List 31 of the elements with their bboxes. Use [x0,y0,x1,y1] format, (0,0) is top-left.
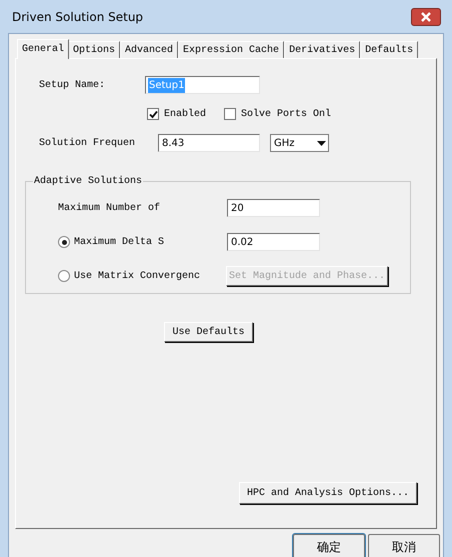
radio-button[interactable] [58,270,70,282]
value-field[interactable]: 0.02 [227,233,320,251]
use-defaults-button[interactable]: Use Defaults [164,322,253,342]
tab[interactable]: Expression Cache [178,41,284,58]
dropdown-arrow-icon [317,140,326,146]
dialog-button[interactable]: 取消 [368,534,440,557]
checkmark-icon [148,110,158,118]
tab[interactable]: Options [68,41,120,58]
value-field[interactable]: 20 [227,199,320,217]
window-title: Driven Solution Setup [12,8,144,26]
close-icon [421,12,431,22]
checkbox-label: Solve Ports Onl [241,108,332,122]
checkbox-label: Enabled [164,108,206,122]
hpc-options-button[interactable]: HPC and Analysis Options... [239,482,417,504]
radio-button[interactable] [58,236,70,248]
option-label: Use Matrix Convergenc [74,270,200,284]
close-button[interactable] [411,8,441,26]
checkbox[interactable] [224,108,236,120]
unit-dropdown[interactable]: GHz [270,134,329,152]
group-title: Adaptive Solutions [33,174,144,189]
tab[interactable]: Derivatives [284,41,360,58]
setup-name-label: Setup Name: [39,78,106,92]
tab[interactable]: Advanced [120,41,178,58]
tab[interactable]: General [17,39,70,59]
dialog-button[interactable]: 确定 [293,534,365,557]
checkbox[interactable] [147,108,159,120]
option-label: Maximum Number of [58,202,160,216]
frequency-field[interactable]: 8.43 [158,134,260,152]
tab[interactable]: Defaults [360,41,418,58]
option-label: Maximum Delta S [74,236,164,250]
frequency-label: Solution Frequen [39,136,136,150]
